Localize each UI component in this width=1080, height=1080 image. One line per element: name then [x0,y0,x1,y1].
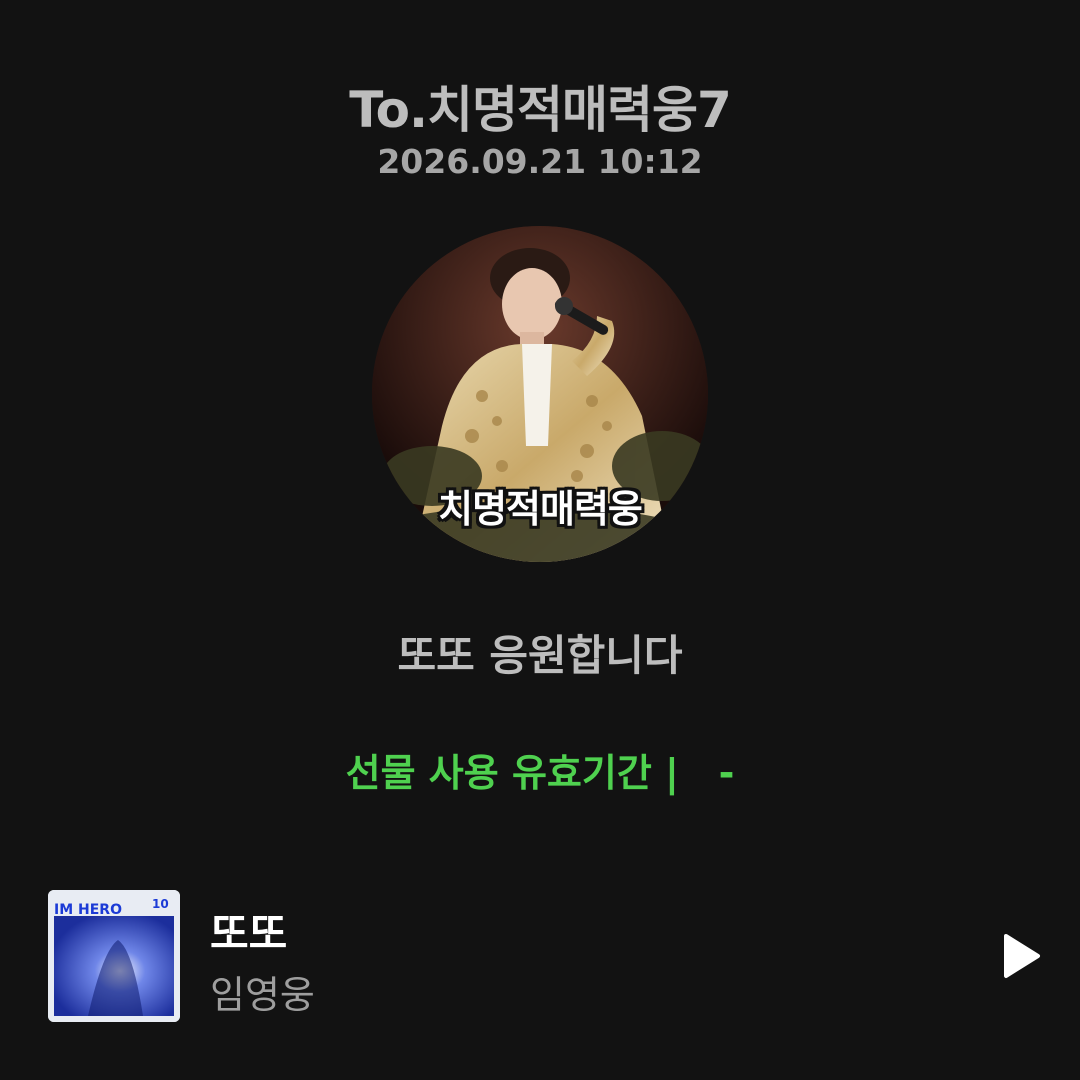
album-cover: IM HERO 10 [48,890,180,1022]
album-cover-number: 10 [152,897,169,911]
play-button[interactable] [996,932,1044,980]
gift-validity: 선물 사용 유효기간 | - [345,751,735,795]
recipient-title: To.치명적매력웅7 [349,81,732,139]
album-cover-text: IM HERO [54,902,122,918]
profile-photo: 치명적매력웅 [372,226,708,562]
song-item[interactable]: IM HERO 10 또또 임영웅 [48,890,1048,1022]
song-title: 또또 [210,909,288,958]
profile-caption: 치명적매력웅 [438,487,643,531]
sent-datetime: 2026.09.21 10:12 [377,142,703,181]
play-icon [1004,934,1040,978]
album-cover-art: IM HERO 10 [48,890,180,1022]
gift-message: 또또 응원합니다 [397,631,683,680]
song-artist: 임영웅 [210,973,315,1017]
